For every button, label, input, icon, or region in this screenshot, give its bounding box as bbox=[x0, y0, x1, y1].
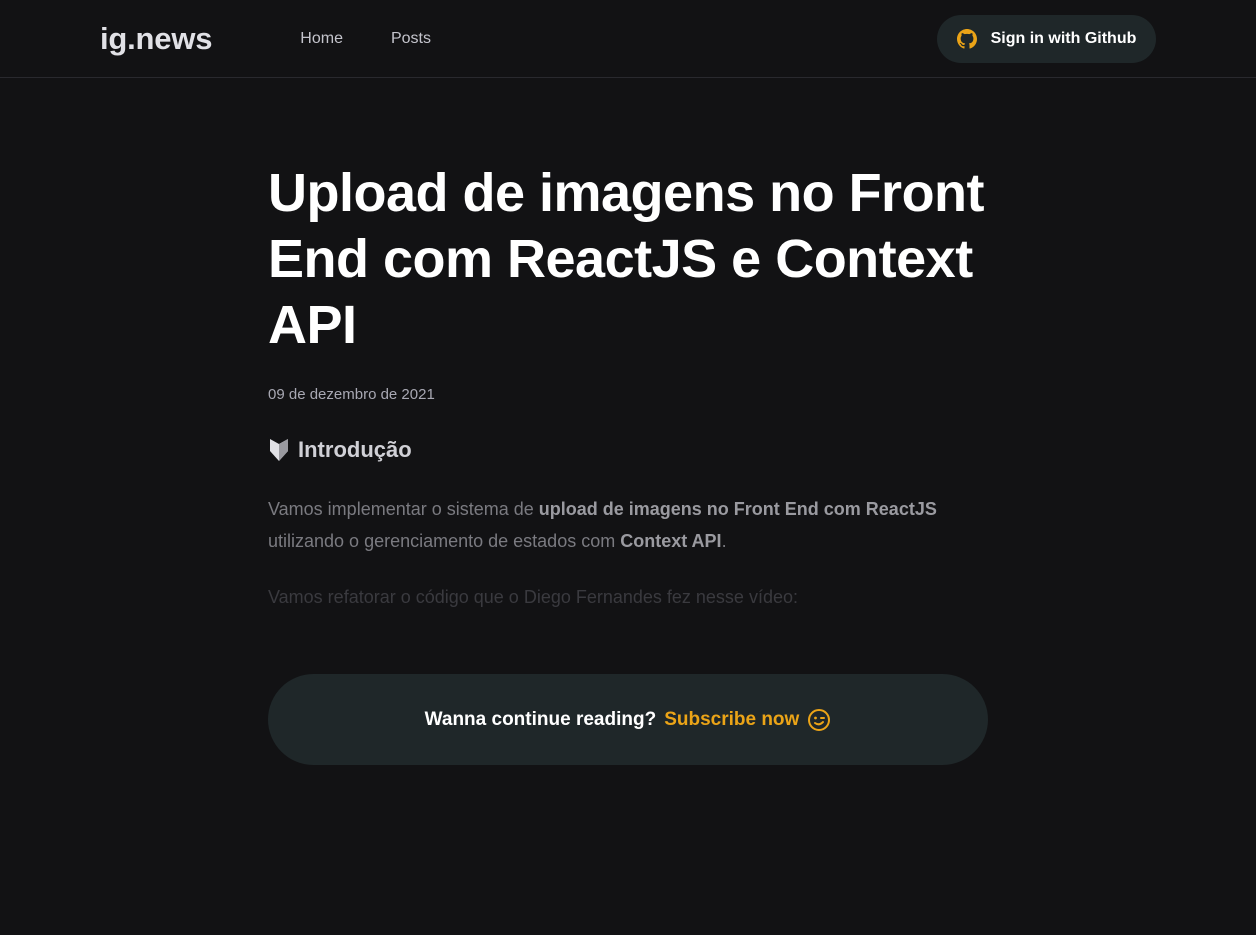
post-article: Upload de imagens no Front End com React… bbox=[268, 160, 988, 613]
header: ig.news Home Posts Sign in with Github bbox=[0, 0, 1256, 78]
nav-home-link[interactable]: Home bbox=[300, 30, 343, 48]
logo[interactable]: ig.news bbox=[100, 21, 212, 57]
nav-posts-link[interactable]: Posts bbox=[391, 30, 431, 48]
header-inner: ig.news Home Posts Sign in with Github bbox=[100, 0, 1156, 77]
badge-icon bbox=[270, 439, 288, 461]
main-nav: Home Posts bbox=[300, 30, 479, 48]
paragraph-bold: Context API bbox=[620, 531, 722, 551]
sign-in-github-button[interactable]: Sign in with Github bbox=[937, 14, 1156, 63]
intro-heading-text: Introdução bbox=[298, 437, 412, 462]
subscribe-now-link[interactable]: Subscribe now bbox=[664, 708, 831, 732]
subscribe-now-label: Subscribe now bbox=[664, 708, 800, 730]
paragraph-text: utilizando o gerenciamento de estados co… bbox=[268, 531, 621, 551]
paragraph-text: . bbox=[721, 531, 727, 551]
wink-face-icon bbox=[808, 708, 831, 731]
cta-text: Wanna continue reading? bbox=[424, 708, 657, 730]
continue-reading-banner: Wanna continue reading? Subscribe now bbox=[268, 674, 988, 765]
paragraph-text: Vamos implementar o sistema de bbox=[268, 499, 539, 519]
post-paragraph-faded: Vamos refatorar o código que o Diego Fer… bbox=[268, 587, 798, 607]
post-title: Upload de imagens no Front End com React… bbox=[268, 163, 985, 355]
sign-in-label: Sign in with Github bbox=[990, 29, 1137, 47]
post-paragraph: Vamos implementar o sistema de upload de… bbox=[268, 493, 988, 557]
github-icon bbox=[956, 28, 977, 49]
paragraph-bold: upload de imagens no Front End com React… bbox=[538, 499, 937, 519]
post-date: 09 de dezembro de 2021 bbox=[268, 386, 435, 403]
intro-heading: Introdução bbox=[268, 437, 988, 463]
